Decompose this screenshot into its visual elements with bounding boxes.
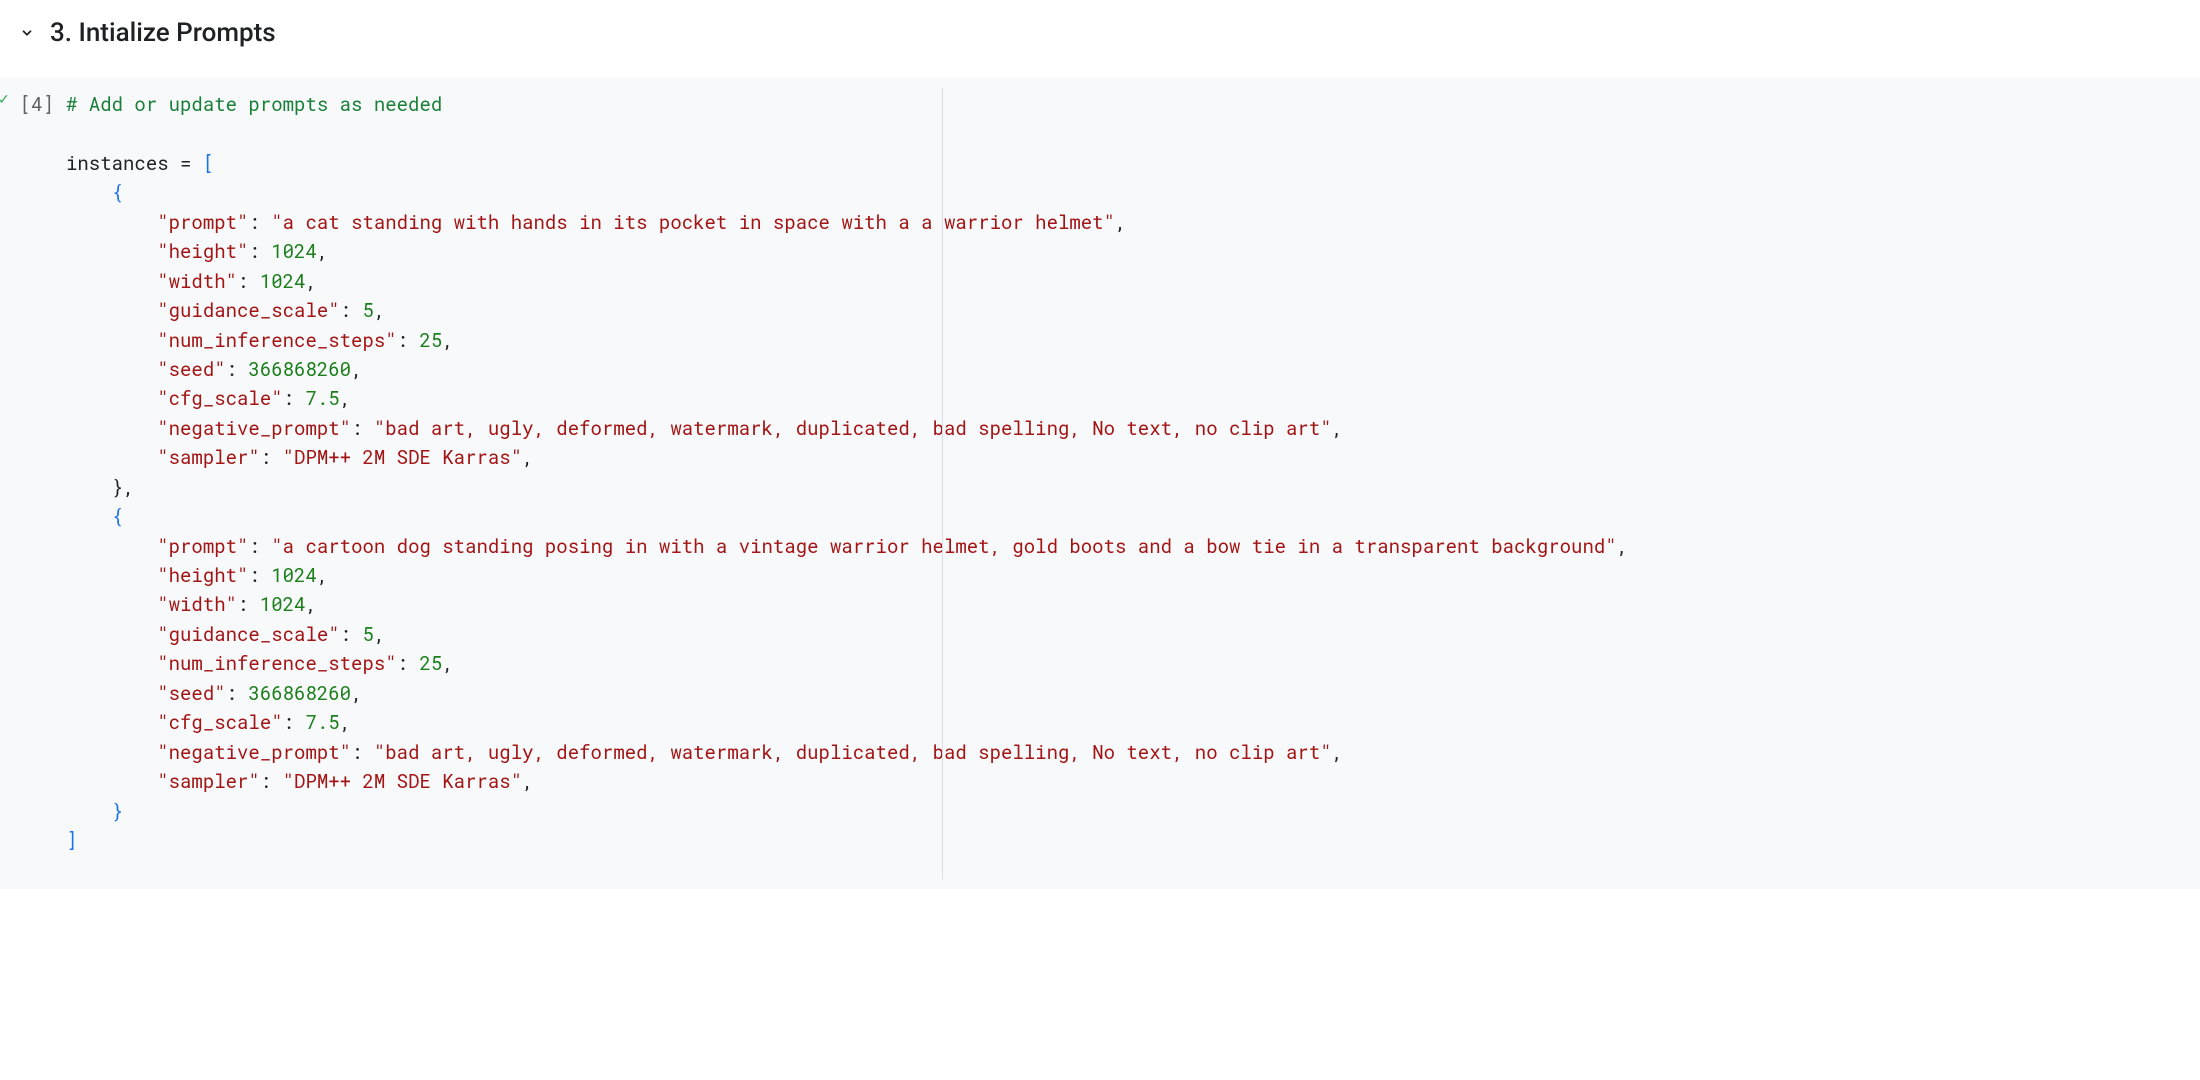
code-cell[interactable]: ✓ [4] # Add or update prompts as needed … xyxy=(0,78,2200,889)
cell-gutter: [4] xyxy=(0,88,62,855)
check-icon: ✓ xyxy=(0,92,10,108)
section-title: 3. Intialize Prompts xyxy=(50,18,276,48)
chevron-down-icon[interactable] xyxy=(20,26,34,40)
section-header: 3. Intialize Prompts xyxy=(0,0,2200,62)
exec-count: [4] xyxy=(20,92,54,117)
code-editor[interactable]: # Add or update prompts as needed instan… xyxy=(62,88,1628,855)
